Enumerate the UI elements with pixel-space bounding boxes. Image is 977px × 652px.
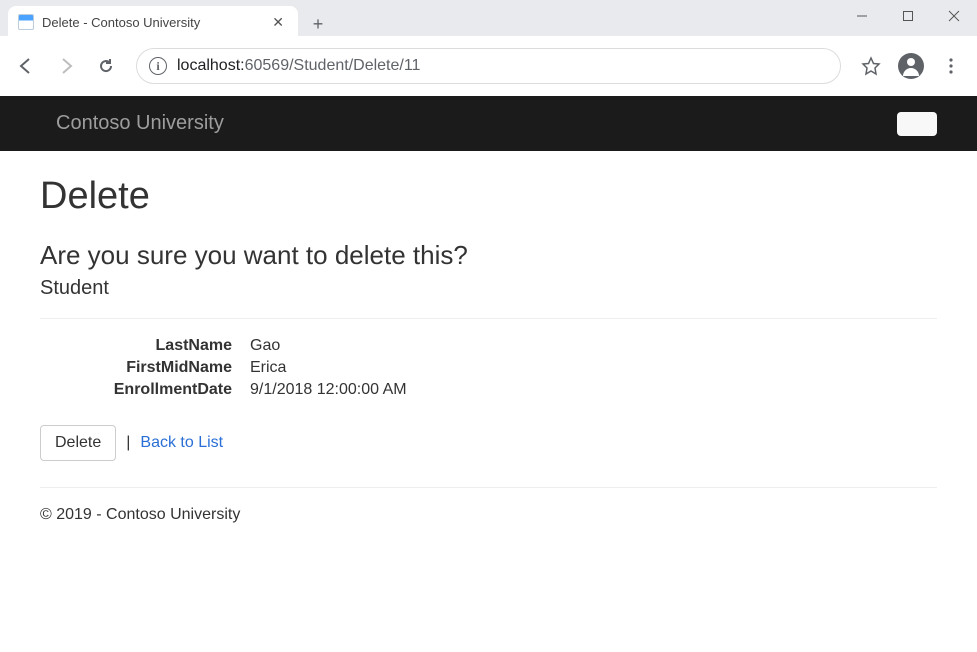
footer-text: © 2019 - Contoso University bbox=[40, 506, 937, 524]
app-navbar: Contoso University bbox=[0, 96, 977, 151]
browser-tab[interactable]: Delete - Contoso University ✕ bbox=[8, 6, 298, 38]
footer-divider bbox=[40, 487, 937, 488]
close-window-button[interactable] bbox=[931, 0, 977, 32]
back-to-list-link[interactable]: Back to List bbox=[140, 434, 223, 452]
browser-chrome: Delete - Contoso University ✕ + i bbox=[0, 0, 977, 96]
page-content: Delete Are you sure you want to delete t… bbox=[0, 151, 977, 548]
url-text: localhost:60569/Student/Delete/11 bbox=[177, 57, 420, 75]
reload-button[interactable] bbox=[88, 48, 124, 84]
action-separator: | bbox=[126, 434, 130, 452]
form-actions: Delete | Back to List bbox=[40, 425, 937, 461]
favicon-icon bbox=[18, 14, 34, 30]
reload-icon bbox=[97, 57, 115, 75]
titlebar: Delete - Contoso University ✕ + bbox=[0, 0, 977, 36]
star-icon bbox=[861, 56, 881, 76]
field-value-lastname: Gao bbox=[250, 337, 937, 355]
brand-link[interactable]: Contoso University bbox=[56, 112, 224, 135]
confirm-question: Are you sure you want to delete this? bbox=[40, 240, 937, 271]
navbar-toggle-button[interactable] bbox=[897, 112, 937, 136]
entity-name: Student bbox=[40, 277, 937, 300]
url-path: 60569/Student/Delete/11 bbox=[245, 57, 421, 74]
page-title: Delete bbox=[40, 175, 937, 218]
field-label-lastname: LastName bbox=[40, 337, 250, 355]
window-controls bbox=[839, 0, 977, 32]
back-button[interactable] bbox=[8, 48, 44, 84]
forward-button[interactable] bbox=[48, 48, 84, 84]
kebab-menu-icon bbox=[942, 57, 960, 75]
arrow-right-icon bbox=[57, 57, 75, 75]
field-value-firstmidname: Erica bbox=[250, 359, 937, 377]
minimize-icon bbox=[856, 10, 868, 22]
minimize-button[interactable] bbox=[839, 0, 885, 32]
field-label-enrollmentdate: EnrollmentDate bbox=[40, 381, 250, 399]
browser-toolbar: i localhost:60569/Student/Delete/11 bbox=[0, 36, 977, 96]
field-label-firstmidname: FirstMidName bbox=[40, 359, 250, 377]
bookmark-button[interactable] bbox=[853, 48, 889, 84]
tab-title: Delete - Contoso University bbox=[42, 15, 260, 30]
close-icon bbox=[948, 10, 960, 22]
close-tab-icon[interactable]: ✕ bbox=[268, 14, 288, 31]
arrow-left-icon bbox=[17, 57, 35, 75]
field-value-enrollmentdate: 9/1/2018 12:00:00 AM bbox=[250, 381, 937, 399]
profile-button[interactable] bbox=[893, 48, 929, 84]
maximize-button[interactable] bbox=[885, 0, 931, 32]
browser-menu-button[interactable] bbox=[933, 48, 969, 84]
url-host: localhost: bbox=[177, 57, 245, 74]
new-tab-button[interactable]: + bbox=[304, 10, 332, 38]
site-info-icon[interactable]: i bbox=[149, 57, 167, 75]
address-bar[interactable]: i localhost:60569/Student/Delete/11 bbox=[136, 48, 841, 84]
avatar-icon bbox=[898, 53, 924, 79]
divider bbox=[40, 318, 937, 319]
details-list: LastName Gao FirstMidName Erica Enrollme… bbox=[40, 337, 937, 399]
delete-button[interactable]: Delete bbox=[40, 425, 116, 461]
maximize-icon bbox=[902, 10, 914, 22]
